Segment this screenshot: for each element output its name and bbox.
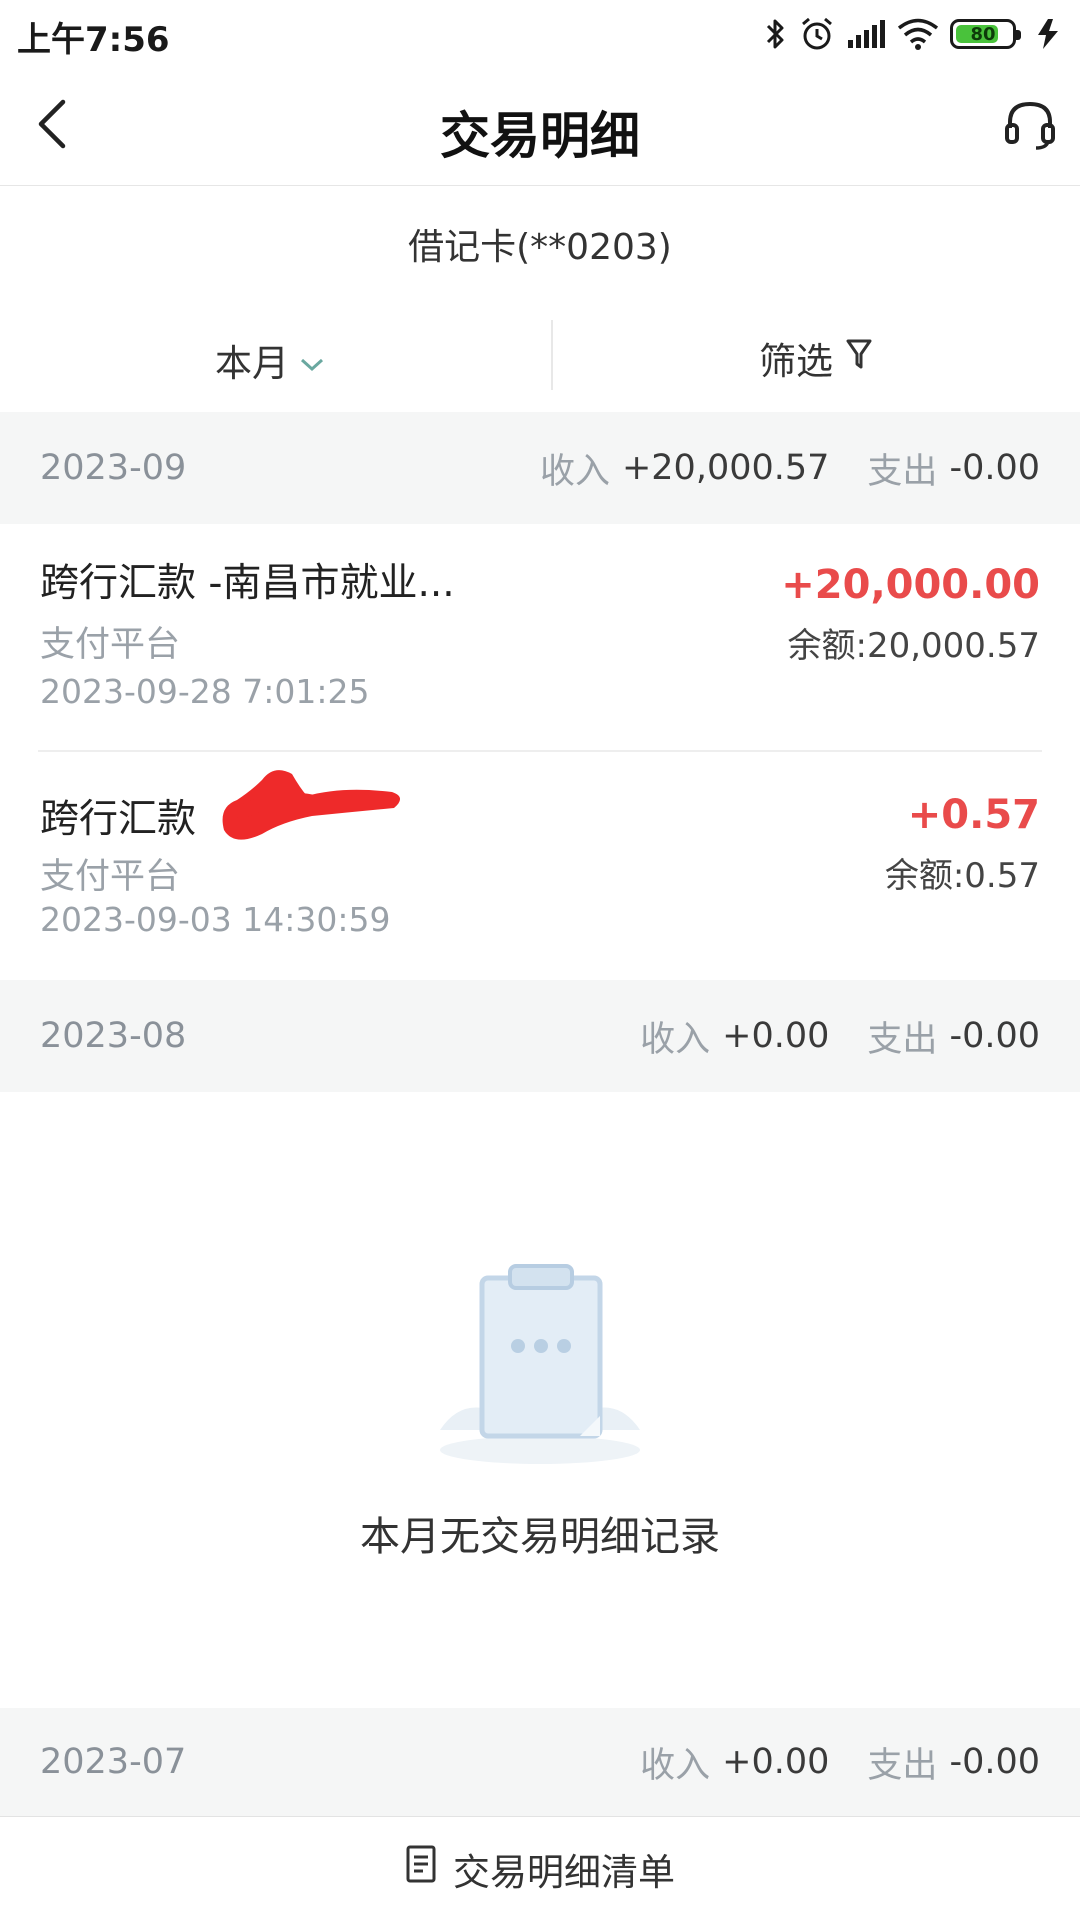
empty-text: 本月无交易明细记录: [360, 1514, 720, 1560]
filter-bar: 本月 筛选: [0, 308, 1080, 412]
transaction-channel: 支付平台: [40, 857, 181, 897]
month-label: 2023-07: [40, 1742, 187, 1782]
month-summary: 收入 +0.00 支出 -0.00: [640, 1708, 1040, 1816]
page-title: 交易明细: [440, 107, 640, 165]
income-label: 收入: [640, 1745, 711, 1786]
nav-bar: 交易明细: [0, 66, 1080, 186]
month-header: 2023-07 收入 +0.00 支出 -0.00: [0, 1708, 1080, 1816]
empty-clipboard-icon: [440, 1264, 640, 1464]
transaction-balance: 余额:20,000.57: [787, 626, 1041, 666]
month-header: 2023-08 收入 +0.00 支出 -0.00: [0, 980, 1080, 1092]
transaction-amount: +0.57: [907, 792, 1040, 838]
transaction-balance: 余额:0.57: [884, 856, 1040, 896]
transaction-list-button[interactable]: 交易明细清单: [0, 1816, 1080, 1920]
month-dropdown[interactable]: 本月: [0, 308, 540, 412]
income-value: +20,000.57: [621, 448, 830, 488]
expense-value: -0.00: [949, 1016, 1040, 1056]
empty-state: 本月无交易明细记录: [0, 1092, 1080, 1708]
income-value: +0.00: [722, 1742, 830, 1782]
filter-label: 筛选: [759, 340, 833, 383]
month-dropdown-label: 本月: [215, 342, 289, 385]
card-name: 借记卡(**0203): [408, 227, 672, 268]
transaction-channel: 支付平台: [40, 625, 181, 665]
wifi-icon: [896, 17, 940, 51]
status-icons: 80: [764, 12, 1062, 56]
expense-value: -0.00: [949, 1742, 1040, 1782]
expense-value: -0.00: [949, 448, 1040, 488]
transaction-row[interactable]: 跨行汇款 -南昌市就业... 支付平台 2023-09-28 7:01:25 +…: [0, 524, 1080, 752]
status-bar: 上午7:56 80: [0, 0, 1080, 66]
alarm-icon: [798, 15, 836, 53]
funnel-icon: [845, 337, 873, 380]
transaction-datetime: 2023-09-28 7:01:25: [40, 672, 370, 711]
customer-service-button[interactable]: [998, 94, 1062, 158]
transaction-datetime: 2023-09-03 14:30:59: [40, 900, 391, 939]
transaction-list-label: 交易明细清单: [453, 1850, 675, 1894]
month-label: 2023-09: [40, 448, 187, 488]
month-summary: 收入 +0.00 支出 -0.00: [640, 980, 1040, 1092]
income-label: 收入: [539, 451, 610, 492]
charging-icon: [1034, 17, 1062, 51]
status-time: 上午7:56: [17, 20, 170, 60]
expense-label: 支出: [867, 1019, 938, 1060]
transaction-title: 跨行汇款 -南昌市就业...: [40, 561, 455, 606]
headset-icon: [1002, 98, 1058, 154]
filter-button[interactable]: 筛选: [552, 308, 1080, 408]
expense-label: 支出: [867, 451, 938, 492]
income-value: +0.00: [722, 1016, 830, 1056]
income-label: 收入: [640, 1019, 711, 1060]
transaction-amount: +20,000.00: [781, 562, 1040, 608]
month-label: 2023-08: [40, 1016, 187, 1056]
redaction-scribble: [222, 770, 401, 840]
transaction-title: 跨行汇款: [40, 797, 197, 842]
signal-icon: [846, 18, 886, 50]
battery-level: 80: [970, 23, 996, 45]
document-list-icon: [405, 1844, 437, 1893]
expense-label: 支出: [867, 1745, 938, 1786]
month-summary: 收入 +20,000.57 支出 -0.00: [540, 412, 1040, 524]
transaction-row[interactable]: 跨行汇款 支付平台 2023-09-03 14:30:59 +0.57 余额:0…: [0, 752, 1080, 980]
month-header: 2023-09 收入 +20,000.57 支出 -0.00: [0, 412, 1080, 524]
chevron-down-icon: [299, 339, 325, 382]
bluetooth-icon: [764, 16, 788, 52]
battery-icon: 80: [950, 19, 1021, 49]
